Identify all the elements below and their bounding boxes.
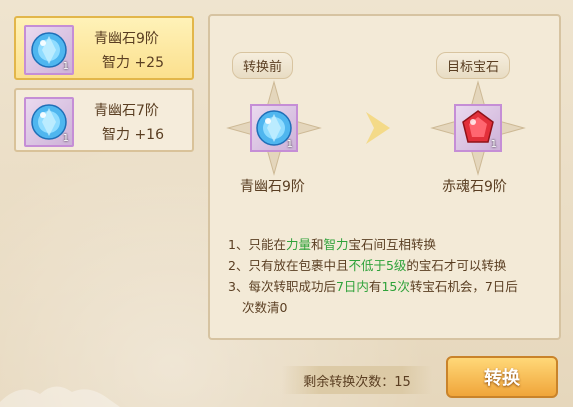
rule-1: 1、只能在力量和智力宝石间互相转换: [228, 234, 558, 255]
gem-attribute: 智力 +16: [102, 127, 164, 143]
gem-list: 1 青幽石9阶 智力 +25 1 青幽石7阶 智力 +16: [14, 16, 194, 160]
target-gem-name: 赤魂石9阶: [442, 179, 507, 195]
rule-3: 3、每次转职成功后7日内有15次转宝石机会，7日后: [228, 276, 558, 297]
rule-text: 的宝石才可以转换: [406, 258, 507, 273]
before-gem-slot[interactable]: 1: [250, 104, 298, 152]
gem-name: 青幽石9阶: [94, 31, 159, 47]
rule-text: 1、只能在: [228, 237, 286, 252]
before-header: 转换前: [232, 52, 294, 79]
remaining-count: 剩余转换次数：15: [282, 366, 432, 394]
rule-highlight: 7日内: [335, 279, 369, 294]
gem-count: 1: [62, 133, 69, 144]
gem-count: 1: [286, 139, 293, 150]
rule-text: 次数清0: [242, 300, 288, 315]
cloud-decoration: [0, 386, 120, 407]
rule-highlight: 不低于5级: [348, 258, 407, 273]
gem-count: 1: [62, 61, 69, 72]
arrow-right-icon: [366, 112, 390, 144]
rule-text: 有: [368, 279, 382, 294]
convert-button[interactable]: 转换: [446, 356, 558, 398]
target-gem-slot[interactable]: 1: [454, 104, 502, 152]
gem-attribute: 智力 +25: [102, 55, 164, 71]
rule-text: 和: [310, 237, 324, 252]
rule-text: 3、每次转职成功后: [228, 279, 336, 294]
rule-text: 2、只有放在包裹中且: [228, 258, 349, 273]
target-header: 目标宝石: [436, 52, 511, 79]
conversion-panel: 转换前 目标宝石 1 青幽石9阶 1 赤魂石9阶 1、只能在力量和智力宝石间互相…: [208, 14, 561, 340]
gem-list-item-1[interactable]: 1 青幽石9阶 智力 +25: [14, 16, 194, 80]
rule-highlight: 力量: [285, 237, 311, 252]
rule-highlight: 智力: [323, 237, 349, 252]
rule-3-continued: 次数清0: [228, 297, 558, 318]
rule-text: 宝石间互相转换: [348, 237, 437, 252]
gem-slot: 1: [24, 25, 74, 75]
rule-highlight: 15次: [381, 279, 410, 294]
gem-name: 青幽石7阶: [94, 103, 159, 119]
rule-text: 转宝石机会，7日后: [409, 279, 518, 294]
gem-count: 1: [490, 139, 497, 150]
gem-list-item-2[interactable]: 1 青幽石7阶 智力 +16: [14, 88, 194, 152]
gem-slot: 1: [24, 97, 74, 147]
rules-text: 1、只能在力量和智力宝石间互相转换 2、只有放在包裹中且不低于5级的宝石才可以转…: [228, 234, 558, 318]
rule-2: 2、只有放在包裹中且不低于5级的宝石才可以转换: [228, 255, 558, 276]
before-gem-name: 青幽石9阶: [240, 179, 305, 195]
